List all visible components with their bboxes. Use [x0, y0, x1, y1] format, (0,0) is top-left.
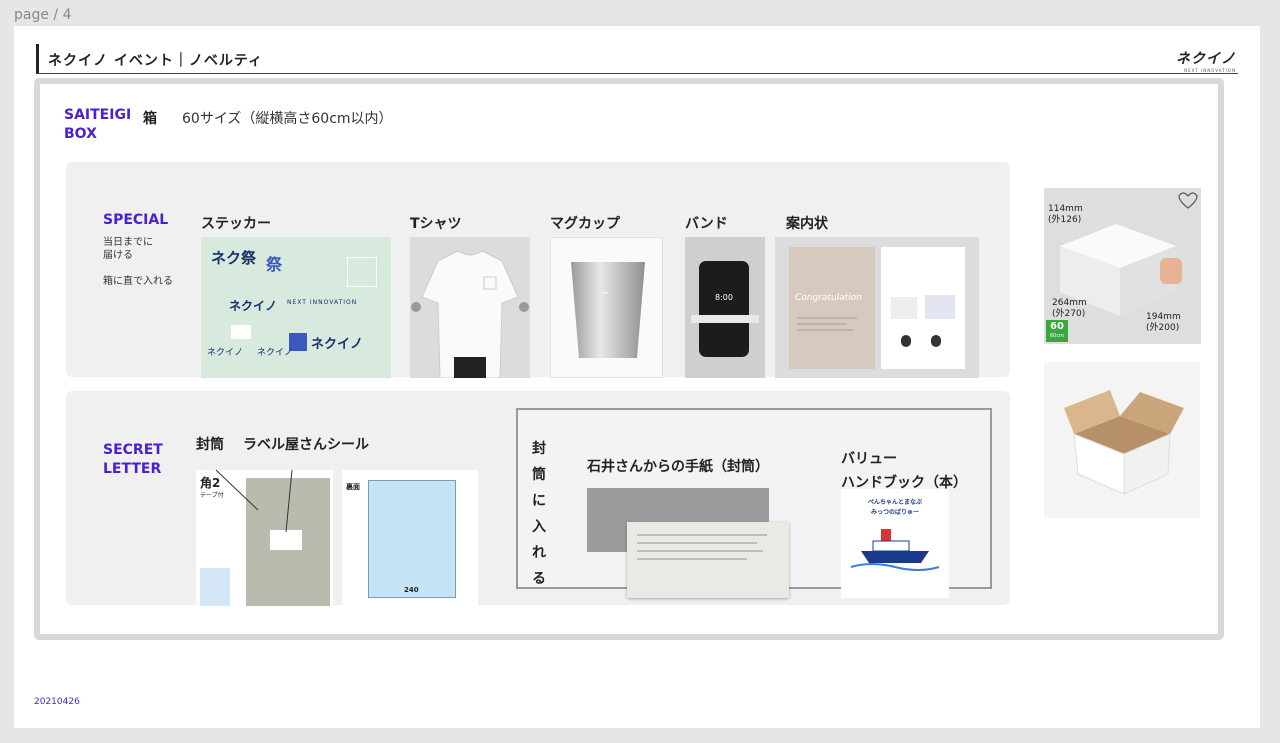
header-divider: [36, 73, 1238, 74]
envelope-back-image: 裏面 240: [342, 470, 478, 608]
text-line-icon: [797, 323, 847, 325]
box-section-title: SAITEIGI BOX: [64, 106, 131, 144]
dim-text: 194mm: [1146, 312, 1181, 322]
envelope-front-image: 角2 テープ付: [196, 470, 333, 608]
sticker-text: ネクイノ: [311, 337, 364, 352]
dim-text: (外270): [1052, 309, 1086, 319]
svg-text:~: ~: [601, 288, 609, 299]
invitation-script-text: Congratulation: [795, 293, 862, 303]
box-title-line1: SAITEIGI: [64, 107, 132, 123]
secret-title-line2: LETTER: [103, 461, 162, 477]
penguin-icon: [901, 335, 911, 347]
invitation-card-front: Congratulation: [789, 247, 875, 369]
item-label-band: バンド: [685, 216, 728, 232]
vertical-char: れ: [532, 545, 546, 561]
special-title: SPECIAL: [103, 212, 169, 228]
invitation-card-back: [881, 247, 965, 369]
vertical-caption: 封 筒 に 入 れ る: [529, 436, 549, 592]
box-dimensions-image: 114mm (外126) 264mm (外270) 194mm (外200) 6…: [1044, 188, 1201, 344]
logo-text: ネクイノ: [1176, 51, 1236, 67]
sticker-crop-mark-icon: [347, 257, 377, 287]
page-label: page / 4: [14, 7, 72, 23]
open-box-icon: [1064, 390, 1184, 495]
tshirt-thumbnail-icon: [891, 297, 917, 319]
header-accent-bar: [36, 44, 39, 74]
width-label: 240: [404, 586, 419, 594]
sticker-text: ネクイノ: [207, 348, 244, 358]
dim-text: 114mm: [1048, 204, 1083, 214]
secret-title: SECRET LETTER: [103, 441, 163, 479]
envelope-back-icon: [368, 480, 456, 598]
band-image: 8:00: [685, 237, 765, 378]
vertical-char: に: [532, 493, 546, 509]
envelope-label: 封筒: [196, 437, 224, 453]
box-title-line2: BOX: [64, 126, 97, 142]
phone-time: 8:00: [715, 293, 733, 302]
item-label-invitation: 案内状: [786, 216, 828, 232]
text-line-icon: [637, 534, 767, 536]
back-label: 裏面: [346, 483, 360, 491]
letter-title: 石井さんからの手紙（封筒）: [587, 459, 769, 475]
vertical-char: る: [532, 571, 546, 587]
dim-length: 264mm (外270): [1052, 298, 1087, 320]
footer-date: 20210426: [34, 697, 80, 707]
text-line-icon: [797, 317, 857, 319]
brand-logo: ネクイノ NEXT INNOVATION: [1176, 48, 1236, 73]
item-label-mug: マグカップ: [550, 216, 620, 232]
ship-icon: [850, 529, 940, 571]
dim-height: 114mm (外126): [1048, 204, 1083, 226]
special-note-box: 箱に直で入れる: [103, 276, 173, 287]
size-badge-number: 60: [1050, 321, 1064, 332]
item-label-tshirt: Tシャツ: [410, 216, 462, 232]
tshirt-icon: [411, 250, 529, 378]
value-line1: バリュー: [841, 451, 897, 467]
item-label-sticker: ステッカー: [201, 216, 271, 232]
phone-icon: 8:00: [699, 261, 749, 357]
sticker-text: ネクイノ: [257, 348, 294, 358]
box-kind: 箱: [143, 111, 157, 127]
logo-subtext: NEXT INNOVATION: [1184, 68, 1236, 73]
vertical-char: 入: [532, 519, 546, 535]
band-strap-icon: [691, 315, 759, 323]
mug-image: ~: [550, 237, 663, 378]
sticker-text: NEXT INNOVATION: [287, 299, 358, 306]
items-thumbnail-icon: [925, 295, 955, 319]
sticker-text: 祭: [266, 255, 283, 274]
book-title: みっつのばりゅー: [870, 509, 919, 516]
text-line-icon: [637, 550, 763, 552]
dim-text: (外200): [1146, 323, 1180, 333]
letter-paper-front: [627, 522, 789, 598]
sticker-sheet-image: ネク祭 ネクイノ 祭 NEXT INNOVATION ネクイノ ネクイノ ネクイ…: [201, 237, 391, 378]
mug-icon: ~: [571, 262, 645, 358]
size-badge-sub: 60cm: [1050, 333, 1064, 339]
sticker-label-icon: [231, 325, 251, 339]
handbook-cover-image: ぺんちゃんとまなぶ みっつのばりゅー: [841, 489, 949, 598]
tshirt-image: [410, 237, 530, 378]
dim-text: 264mm: [1052, 298, 1087, 308]
open-box-image: [1044, 362, 1200, 518]
penguin-icon: [931, 335, 941, 347]
vertical-char: 封: [532, 441, 546, 457]
special-note-delivery: 当日までに 届ける: [103, 236, 153, 262]
text-line-icon: [637, 542, 757, 544]
vertical-char: 筒: [532, 467, 546, 483]
text-line-icon: [637, 558, 747, 560]
note-line: 届ける: [103, 250, 133, 261]
size-badge: 60 60cm: [1046, 320, 1068, 342]
pointer-lines-icon: [215, 470, 293, 533]
invitation-image: Congratulation: [775, 237, 979, 378]
book-title: ぺんちゃんとまなぶ: [867, 499, 922, 506]
box-size-text: 60サイズ（縦横高さ60cm以内）: [182, 111, 393, 127]
secret-title-line1: SECRET: [103, 442, 163, 458]
note-line: 当日までに: [103, 237, 153, 248]
dim-text: (外126): [1048, 215, 1082, 225]
dim-width: 194mm (外200): [1146, 312, 1181, 334]
seal-label: ラベル屋さんシール: [243, 437, 369, 453]
text-line-icon: [797, 329, 853, 331]
value-handbook-label: バリュー ハンドブック（本）: [841, 447, 967, 495]
sticker-text: ネク祭: [211, 249, 257, 267]
sticker-text: ネクイノ: [229, 299, 278, 313]
page-title: ネクイノ イベント｜ノベルティ: [48, 53, 264, 69]
